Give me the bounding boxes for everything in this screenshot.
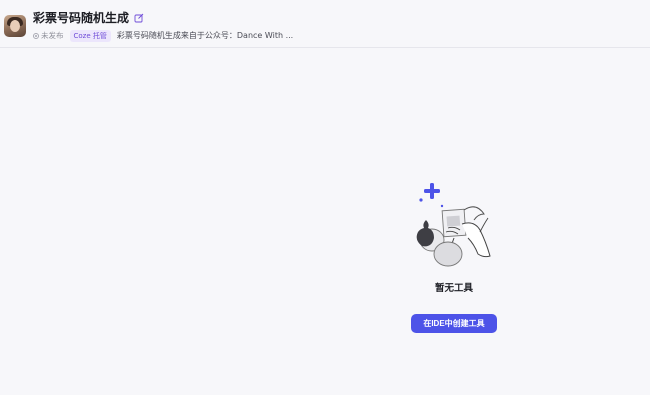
app-title: 彩票号码随机生成 xyxy=(33,11,130,25)
publish-status: 未发布 xyxy=(33,30,64,41)
create-tool-in-ide-button[interactable]: 在IDE中创建工具 xyxy=(411,314,497,333)
app-avatar xyxy=(4,15,26,37)
edit-icon[interactable] xyxy=(134,13,144,23)
app-description: 彩票号码随机生成来自于公众号：Dance With ... xyxy=(116,31,294,40)
app-header: 彩票号码随机生成 未发布 Coze 托管 彩票号码随机生成来自于公众号：Danc… xyxy=(0,0,650,48)
meta-row: 未发布 Coze 托管 彩票号码随机生成来自于公众号：Dance With ..… xyxy=(33,29,293,42)
empty-illustration xyxy=(416,183,491,267)
title-row: 彩票号码随机生成 xyxy=(33,9,144,27)
empty-state: 暂无工具 在IDE中创建工具 xyxy=(398,180,510,333)
empty-title: 暂无工具 xyxy=(434,283,473,294)
status-label: 未发布 xyxy=(41,31,64,40)
status-icon xyxy=(33,32,39,39)
plus-icon xyxy=(424,183,440,199)
hosting-badge: Coze 托管 xyxy=(69,29,111,42)
